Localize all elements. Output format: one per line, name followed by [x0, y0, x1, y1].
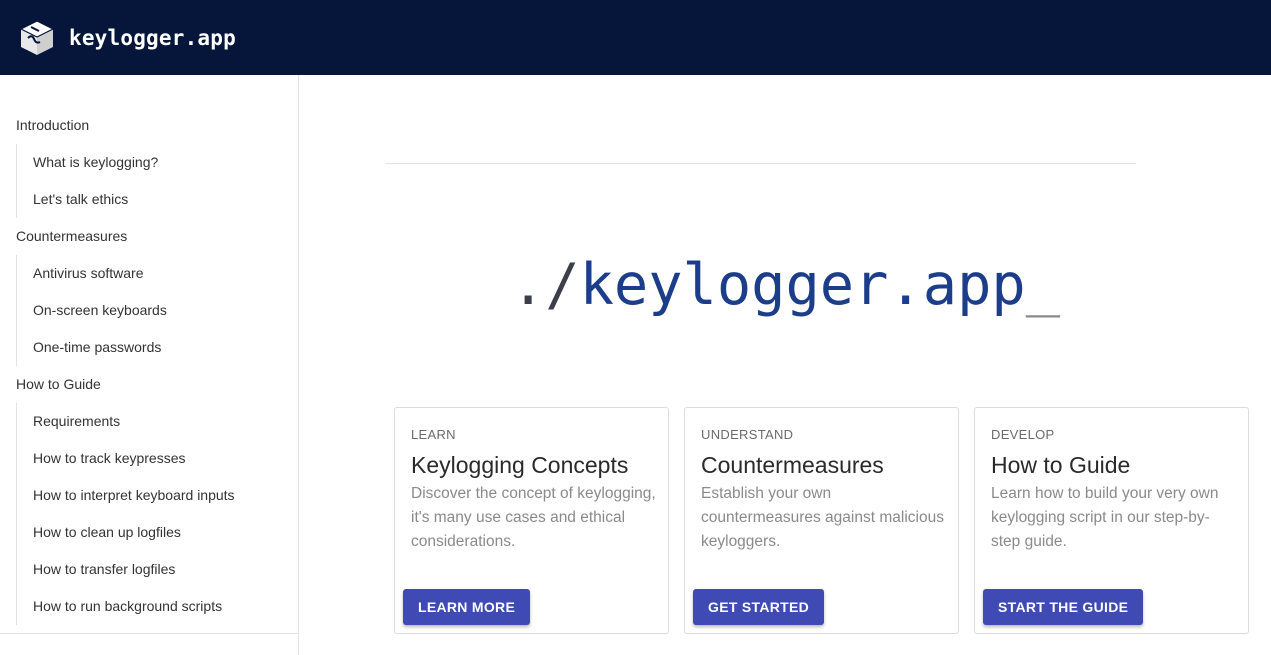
sidebar-item-transfer-logfiles[interactable]: How to transfer logfiles: [17, 551, 298, 588]
sidebar-item-one-time-passwords[interactable]: One-time passwords: [17, 329, 298, 366]
sidebar-item-on-screen-keyboards[interactable]: On-screen keyboards: [17, 292, 298, 329]
card-description: Establish your own countermeasures again…: [701, 485, 944, 550]
sidebar-section-how-to-guide[interactable]: How to Guide: [0, 366, 298, 403]
sidebar-item-requirements[interactable]: Requirements: [17, 403, 298, 440]
get-started-button[interactable]: GET STARTED: [693, 589, 825, 625]
card-title: Keylogging Concepts: [411, 452, 629, 478]
feature-cards: LEARN Keylogging Concepts Discover the c…: [394, 407, 1250, 634]
sidebar-item-track-keypresses[interactable]: How to track keypresses: [17, 440, 298, 477]
start-the-guide-button[interactable]: START THE GUIDE: [983, 589, 1144, 625]
sidebar-group-countermeasures: Antivirus software On-screen keyboards O…: [16, 255, 298, 366]
card-learn: LEARN Keylogging Concepts Discover the c…: [394, 407, 669, 634]
sidebar-divider: [0, 633, 298, 634]
site-title[interactable]: keylogger.app: [69, 26, 236, 50]
card-eyebrow: UNDERSTAND: [701, 427, 794, 442]
sidebar-nav: Introduction What is keylogging? Let's t…: [0, 75, 299, 655]
sidebar-menu: Introduction What is keylogging? Let's t…: [0, 107, 298, 625]
sidebar-item-interpret-keyboard-inputs[interactable]: How to interpret keyboard inputs: [17, 477, 298, 514]
sidebar-section-introduction[interactable]: Introduction: [0, 107, 298, 144]
card-eyebrow: LEARN: [411, 427, 456, 442]
sidebar-item-antivirus-software[interactable]: Antivirus software: [17, 255, 298, 292]
card-description: Learn how to build your very own keylogg…: [991, 485, 1219, 550]
card-eyebrow: DEVELOP: [991, 427, 1055, 442]
top-bar: keylogger.app: [0, 0, 1271, 75]
hero-name: keylogger.app: [579, 252, 1026, 318]
top-divider: [385, 163, 1136, 164]
card-title: How to Guide: [991, 452, 1131, 478]
sidebar-item-clean-up-logfiles[interactable]: How to clean up logfiles: [17, 514, 298, 551]
main-content: ./keylogger.app_ LEARN Keylogging Concep…: [300, 75, 1271, 655]
sidebar-item-lets-talk-ethics[interactable]: Let's talk ethics: [17, 181, 298, 218]
card-title: Countermeasures: [701, 452, 884, 478]
sidebar-item-run-background-scripts[interactable]: How to run background scripts: [17, 588, 298, 625]
sidebar-section-countermeasures[interactable]: Countermeasures: [0, 218, 298, 255]
sidebar-item-what-is-keylogging[interactable]: What is keylogging?: [17, 144, 298, 181]
card-understand: UNDERSTAND Countermeasures Establish you…: [684, 407, 959, 634]
sidebar-group-how-to-guide: Requirements How to track keypresses How…: [16, 403, 298, 625]
card-description: Discover the concept of keylogging, it's…: [411, 485, 656, 550]
keyboard-key-icon[interactable]: [18, 18, 56, 58]
learn-more-button[interactable]: LEARN MORE: [403, 589, 531, 625]
sidebar-group-introduction: What is keylogging? Let's talk ethics: [16, 144, 298, 218]
hero-prefix: ./: [510, 252, 580, 318]
hero-cursor: _: [1025, 252, 1061, 318]
card-develop: DEVELOP How to Guide Learn how to build …: [974, 407, 1249, 634]
hero-title: ./keylogger.app_: [300, 245, 1271, 325]
